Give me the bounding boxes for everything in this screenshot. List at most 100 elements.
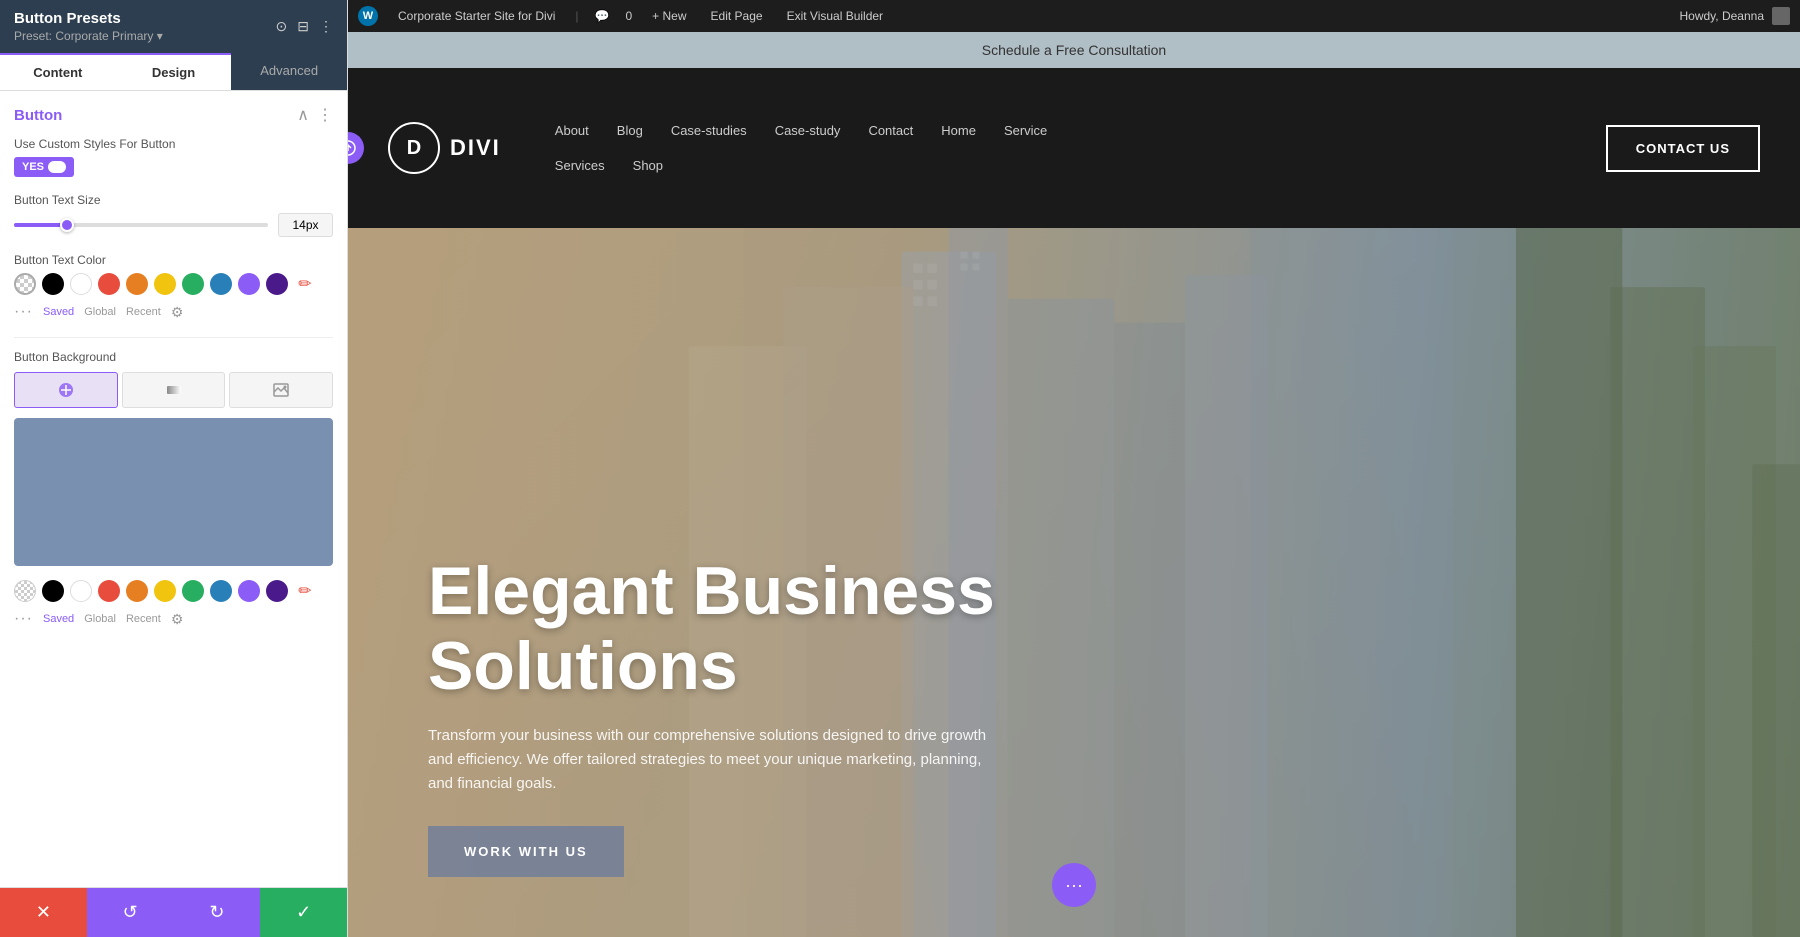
howdy-text: Howdy, Deanna	[1680, 9, 1765, 23]
nav-contact[interactable]: Contact	[854, 115, 927, 146]
tab-content[interactable]: Content	[0, 53, 116, 90]
bg-color-meta-row: ··· Saved Global Recent ⚙	[14, 610, 333, 628]
color-swatch-darkpurple[interactable]	[266, 273, 288, 295]
bg-color-btn[interactable]	[14, 372, 118, 408]
focus-icon[interactable]: ⊙	[276, 18, 288, 35]
section-header: Button ∧ ⋮	[14, 105, 333, 125]
toggle-label: YES	[22, 161, 44, 173]
color-swatch-purple[interactable]	[238, 273, 260, 295]
nav-services[interactable]: Services	[541, 150, 619, 181]
save-button[interactable]: ✓	[260, 888, 347, 937]
wp-logo[interactable]: W	[358, 6, 378, 26]
color-swatch-yellow[interactable]	[154, 273, 176, 295]
color-pencil-icon[interactable]: ✏	[294, 273, 316, 295]
bg-color-swatch-white[interactable]	[70, 580, 92, 602]
section-more-icon[interactable]: ⋮	[317, 105, 333, 125]
bg-gradient-btn[interactable]	[122, 372, 226, 408]
nav-blog[interactable]: Blog	[603, 115, 657, 146]
nav-links-wrapper: About Blog Case-studies Case-study Conta…	[541, 115, 1606, 181]
bg-color-swatch-black[interactable]	[42, 580, 64, 602]
fab-dots-button[interactable]: ···	[1052, 863, 1096, 907]
color-swatch-transparent[interactable]	[14, 273, 36, 295]
logo-circle: D	[388, 122, 440, 174]
recent-label[interactable]: Recent	[126, 306, 161, 318]
text-color-label: Button Text Color	[14, 253, 333, 267]
nav-home[interactable]: Home	[927, 115, 990, 146]
bg-color-swatch-green[interactable]	[182, 580, 204, 602]
color-swatch-white[interactable]	[70, 273, 92, 295]
global-label[interactable]: Global	[84, 306, 116, 318]
text-size-label: Button Text Size	[14, 193, 333, 207]
wp-admin-bar: W Corporate Starter Site for Divi | 💬 0 …	[348, 0, 1800, 32]
bg-image-btn[interactable]	[229, 372, 333, 408]
bg-saved-label[interactable]: Saved	[43, 613, 74, 625]
panel-title: Button Presets	[14, 10, 163, 27]
bg-type-row	[14, 372, 333, 408]
panel-body: Button ∧ ⋮ Use Custom Styles For Button …	[0, 91, 347, 887]
bg-global-label[interactable]: Global	[84, 613, 116, 625]
panel-header-icons: ⊙ ⊟ ⋮	[276, 18, 333, 35]
bg-gear-icon[interactable]: ⚙	[171, 611, 184, 628]
saved-label[interactable]: Saved	[43, 306, 74, 318]
site-logo[interactable]: D DIVI	[388, 122, 501, 174]
toggle-button[interactable]: YES	[14, 157, 74, 177]
bg-color-swatch-orange[interactable]	[126, 580, 148, 602]
new-button[interactable]: + New	[648, 9, 690, 23]
panel-subtitle: Preset: Corporate Primary ▾	[14, 29, 163, 43]
bg-color-swatch-purple[interactable]	[238, 580, 260, 602]
nav-about[interactable]: About	[541, 115, 603, 146]
tab-design[interactable]: Design	[116, 53, 232, 90]
hero-section: Elegant Business Solutions Transform you…	[348, 228, 1800, 937]
divi-float-button[interactable]	[348, 132, 364, 164]
comment-count[interactable]: 0	[625, 9, 632, 23]
bg-pencil-icon[interactable]: ✏	[294, 580, 316, 602]
tab-advanced[interactable]: Advanced	[231, 53, 347, 90]
contact-us-button[interactable]: CONTACT US	[1606, 125, 1760, 172]
undo-button[interactable]: ↺	[87, 888, 174, 937]
nav-shop[interactable]: Shop	[619, 150, 677, 181]
bg-color-swatch-blue[interactable]	[210, 580, 232, 602]
color-swatch-orange[interactable]	[126, 273, 148, 295]
color-swatch-red[interactable]	[98, 273, 120, 295]
redo-button[interactable]: ↻	[174, 888, 261, 937]
toggle-row: YES	[14, 157, 333, 177]
nav-service[interactable]: Service	[990, 115, 1061, 146]
nav-case-studies[interactable]: Case-studies	[657, 115, 761, 146]
bg-color-swatch-transparent[interactable]	[14, 580, 36, 602]
slider-track[interactable]	[14, 223, 268, 227]
slider-value[interactable]: 14px	[278, 213, 333, 237]
gear-icon[interactable]: ⚙	[171, 304, 184, 321]
bg-color-swatch-darkpurple[interactable]	[266, 580, 288, 602]
hero-content: Elegant Business Solutions Transform you…	[428, 554, 1128, 877]
site-nav: D DIVI About Blog Case-studies Case-stud…	[348, 68, 1800, 228]
more-icon[interactable]: ⋮	[319, 18, 333, 35]
comment-icon: 💬	[595, 9, 610, 23]
columns-icon[interactable]: ⊟	[297, 18, 309, 35]
color-meta-row: ··· Saved Global Recent ⚙	[14, 303, 333, 321]
color-swatch-black[interactable]	[42, 273, 64, 295]
section-controls: ∧ ⋮	[297, 105, 333, 125]
logo-text: DIVI	[450, 135, 501, 161]
toggle-knob	[48, 161, 66, 173]
hero-cta-button[interactable]: WORK WITH US	[428, 826, 624, 877]
bg-color-swatch-red[interactable]	[98, 580, 120, 602]
color-dots[interactable]: ···	[14, 303, 33, 321]
logo-icon: D	[407, 137, 421, 160]
bg-color-dots[interactable]: ···	[14, 610, 33, 628]
bg-color-swatch-yellow[interactable]	[154, 580, 176, 602]
announcement-bar: Schedule a Free Consultation	[348, 32, 1800, 68]
edit-page-link[interactable]: Edit Page	[707, 9, 767, 23]
panel-tabs: Content Design Advanced	[0, 53, 347, 91]
section-title: Button	[14, 107, 62, 124]
site-name[interactable]: Corporate Starter Site for Divi	[394, 9, 559, 23]
slider-fill	[14, 223, 65, 227]
color-swatch-blue[interactable]	[210, 273, 232, 295]
cancel-button[interactable]: ✕	[0, 888, 87, 937]
nav-case-study[interactable]: Case-study	[761, 115, 855, 146]
slider-thumb[interactable]	[60, 218, 74, 232]
collapse-icon[interactable]: ∧	[297, 105, 309, 125]
exit-builder-link[interactable]: Exit Visual Builder	[783, 9, 888, 23]
user-avatar[interactable]	[1772, 7, 1790, 25]
color-swatch-green[interactable]	[182, 273, 204, 295]
bg-recent-label[interactable]: Recent	[126, 613, 161, 625]
